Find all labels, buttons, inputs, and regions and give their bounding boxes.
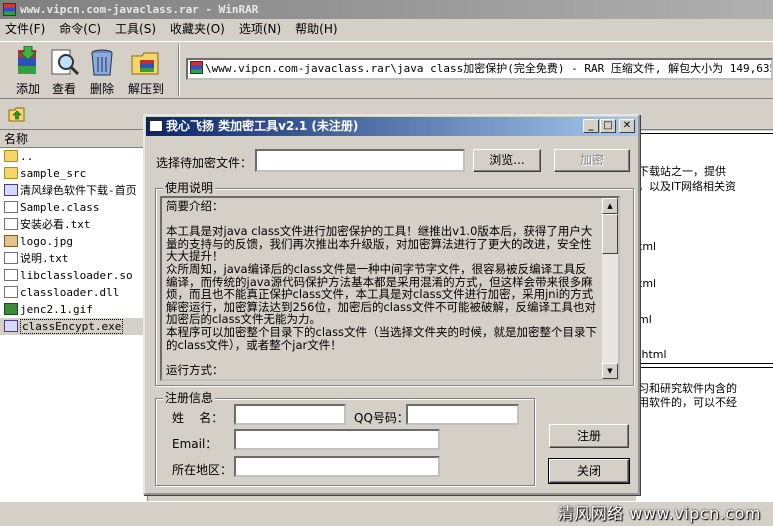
folder-icon xyxy=(4,167,18,179)
watermark: 清风网络 www.vipcn.com xyxy=(557,504,761,523)
file-row-install-readme[interactable]: 安装必看.txt xyxy=(0,216,147,233)
dll-file-icon xyxy=(4,286,18,298)
usage-textarea[interactable]: 简要介绍： 本工具是对java class文件进行加密保护的工具！继推出v1.0… xyxy=(160,196,620,381)
winrar-window-title: www.vipcn.com-javaclass.rar - WinRAR xyxy=(20,3,259,16)
comment-line: .html xyxy=(638,348,667,361)
qq-label: QQ号码： xyxy=(354,411,409,425)
usage-line: 简要介绍： xyxy=(166,199,224,213)
winrar-title-bar: www.vipcn.com-javaclass.rar - WinRAR xyxy=(0,0,773,19)
comment-divider xyxy=(638,133,773,134)
file-row-classencypt-exe[interactable]: classEncypt.exe xyxy=(0,318,147,335)
menu-commands[interactable]: 命令(C) xyxy=(54,19,106,39)
minimize-icon[interactable]: _ xyxy=(583,119,599,133)
comment-line: 下载站之一，提供 xyxy=(638,165,726,178)
menu-file[interactable]: 文件(F) xyxy=(0,19,50,39)
browse-button[interactable]: 浏览... xyxy=(473,149,541,172)
comment-pane: 下载站之一，提供 ，以及IT网络相关资 tml tml ml .html 习和研… xyxy=(636,131,773,501)
name-input[interactable] xyxy=(234,404,346,425)
comment-line: ml xyxy=(638,313,652,326)
menu-favorites[interactable]: 收藏夹(O) xyxy=(165,19,230,39)
comment-line: tml xyxy=(638,240,657,253)
class-file-icon xyxy=(4,201,18,213)
add-icon xyxy=(18,46,38,74)
winrar-menu-bar: 文件(F) 命令(C) 工具(S) 收藏夹(O) 选项(N) 帮助(H) xyxy=(0,19,773,39)
encrypt-button[interactable]: 加密 xyxy=(554,149,630,172)
file-row-sample-src[interactable]: sample_src xyxy=(0,165,147,182)
region-label: 所在地区： xyxy=(172,463,233,477)
text-file-icon xyxy=(4,218,18,230)
extract-button[interactable]: 解压到 xyxy=(124,44,168,98)
qq-input[interactable] xyxy=(406,404,519,425)
view-icon xyxy=(51,49,80,76)
file-row-jenc-gif[interactable]: jenc2.1.gif xyxy=(0,301,147,318)
register-button[interactable]: 注册 xyxy=(549,424,629,448)
comment-line: ，以及IT网络相关资 xyxy=(638,180,736,193)
region-input[interactable] xyxy=(234,456,440,477)
usage-line: 本工具是对java class文件进行加密保护的工具！继推出v1.0版本后，获得… xyxy=(166,224,593,264)
status-bar: 清风网络 www.vipcn.com xyxy=(0,501,773,525)
close-icon[interactable]: ✕ xyxy=(619,119,635,133)
file-row-logo[interactable]: logo.jpg xyxy=(0,233,147,250)
usage-line: 运行方式： xyxy=(166,362,224,377)
column-header-name[interactable]: 名称 xyxy=(0,131,147,148)
file-row-readme[interactable]: 说明.txt xyxy=(0,250,147,267)
up-folder-icon[interactable] xyxy=(8,106,26,122)
web-shortcut-icon xyxy=(4,184,18,196)
registration-legend: 注册信息 xyxy=(163,391,216,405)
usage-scrollbar[interactable]: ▲ ▼ xyxy=(602,198,618,379)
exe-file-icon xyxy=(4,320,18,332)
dialog-title-bar: 我心飞扬 类加密工具v2.1 (未注册) _ □ ✕ xyxy=(146,117,637,136)
menu-tools[interactable]: 工具(S) xyxy=(110,19,161,39)
scroll-thumb[interactable] xyxy=(602,214,618,254)
comment-line: 用软件的，可以不经 xyxy=(638,396,737,409)
file-list[interactable]: 名称 .. sample_src 清风绿色软件下载-首页 Sample.clas… xyxy=(0,131,148,501)
toolbar-separator xyxy=(178,44,180,96)
menu-options[interactable]: 选项(N) xyxy=(234,19,286,39)
rar-archive-icon xyxy=(190,61,203,74)
email-input[interactable] xyxy=(234,429,440,450)
usage-line: 众所周知，java编译后的class文件是一种中间字节字文件，很容易被反编译工具… xyxy=(166,261,596,327)
dialog-app-icon xyxy=(149,120,163,132)
menu-help[interactable]: 帮助(H) xyxy=(290,19,342,39)
name-label: 姓 名： xyxy=(172,411,224,425)
comment-divider xyxy=(638,367,773,368)
email-label: Email： xyxy=(172,437,218,451)
extract-icon xyxy=(131,52,159,75)
file-row-parent[interactable]: .. xyxy=(0,148,147,165)
delete-icon xyxy=(91,49,113,76)
select-file-label: 选择待加密文件： xyxy=(156,156,253,170)
folder-icon xyxy=(4,150,18,162)
maximize-icon[interactable]: □ xyxy=(600,119,616,133)
winrar-app-icon xyxy=(3,3,16,16)
comment-line: 习和研究软件内含的 xyxy=(638,382,737,395)
image-file-icon xyxy=(4,235,18,247)
dialog-title: 我心飞扬 类加密工具v2.1 (未注册) xyxy=(166,119,359,133)
file-row-sample-class[interactable]: Sample.class xyxy=(0,199,147,216)
file-row-classloader-dll[interactable]: classloader.dll xyxy=(0,284,147,301)
archive-path-field[interactable]: \www.vipcn.com-javaclass.rar\java class加… xyxy=(186,58,773,80)
scroll-down-icon[interactable]: ▼ xyxy=(602,363,618,379)
scroll-up-icon[interactable]: ▲ xyxy=(602,198,618,214)
file-row-libclassloader[interactable]: libclassloader.so xyxy=(0,267,147,284)
file-row-homepage-link[interactable]: 清风绿色软件下载-首页 xyxy=(0,182,147,199)
comment-divider xyxy=(638,363,773,364)
usage-line xyxy=(166,351,598,364)
usage-line: 本程序可以加密整个目录下的class文件（当选择文件夹的时候，就是加密整个目录下… xyxy=(166,324,598,352)
close-button[interactable]: 关闭 xyxy=(548,458,630,484)
gif-file-icon xyxy=(4,303,18,315)
text-file-icon xyxy=(4,252,18,264)
comment-line: tml xyxy=(638,277,657,290)
usage-legend: 使用说明 xyxy=(163,181,216,195)
file-path-input[interactable] xyxy=(255,149,465,172)
library-file-icon xyxy=(4,269,18,281)
delete-button[interactable]: 删除 xyxy=(80,44,124,98)
